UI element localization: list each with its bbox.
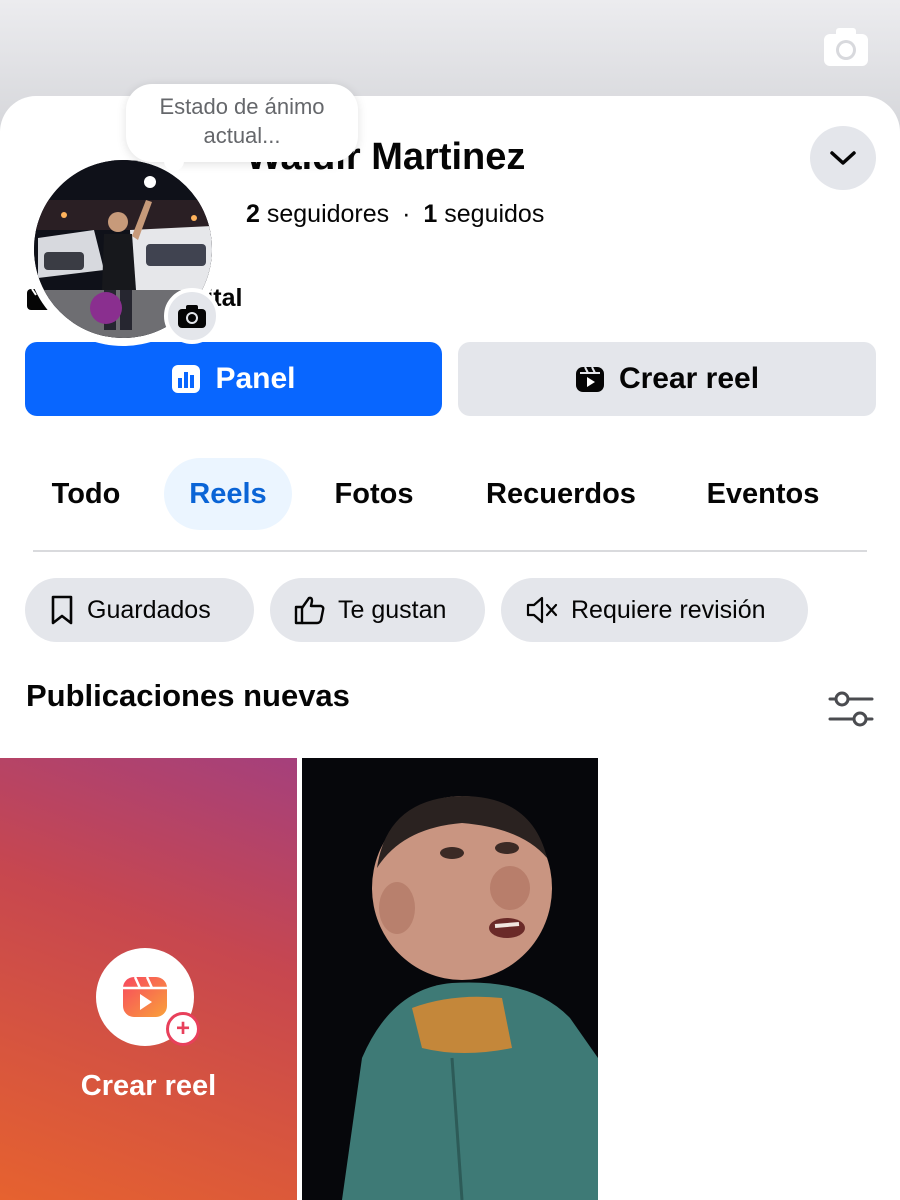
muted-speaker-icon bbox=[526, 596, 558, 624]
tab-eventos[interactable]: Eventos bbox=[688, 458, 838, 530]
filter-sliders-icon[interactable] bbox=[828, 690, 874, 728]
follow-stats[interactable]: 2 seguidores · 1 seguidos bbox=[246, 200, 544, 229]
tab-fotos[interactable]: Fotos bbox=[316, 458, 432, 530]
tabs-divider bbox=[33, 550, 867, 552]
chip-label: Requiere revisión bbox=[571, 595, 766, 624]
plus-icon: + bbox=[166, 1012, 200, 1046]
chip-label: Guardados bbox=[87, 595, 211, 624]
tab-todo[interactable]: Todo bbox=[26, 458, 146, 530]
tab-reels[interactable]: Reels bbox=[164, 458, 292, 530]
reel-thumbnail[interactable] bbox=[302, 758, 598, 1200]
cover-camera-icon[interactable] bbox=[822, 26, 870, 68]
create-reel-tile-label: Crear reel bbox=[80, 1070, 217, 1102]
camera-icon bbox=[178, 305, 206, 328]
reel-icon bbox=[575, 366, 604, 392]
create-reel-button-label: Crear reel bbox=[618, 362, 760, 395]
bookmark-icon bbox=[51, 595, 73, 625]
dashboard-icon bbox=[172, 365, 201, 393]
follow-separator: · bbox=[402, 200, 411, 228]
chip-label: Te gustan bbox=[338, 595, 447, 624]
create-reel-button[interactable]: Crear reel bbox=[458, 342, 876, 416]
profile-tabs: Todo Reels Fotos Recuerdos Eventos bbox=[26, 458, 876, 530]
tab-label: Eventos bbox=[706, 477, 820, 510]
tab-label: Reels bbox=[189, 477, 267, 510]
chevron-down-icon bbox=[830, 151, 856, 165]
profile-menu-button[interactable] bbox=[810, 126, 876, 190]
create-reel-tile[interactable]: + Crear reel bbox=[0, 758, 297, 1200]
chip-requiere-revision[interactable]: Requiere revisión bbox=[501, 578, 808, 642]
panel-button-label: Panel bbox=[215, 362, 296, 395]
panel-button[interactable]: Panel bbox=[25, 342, 442, 416]
chip-guardados[interactable]: Guardados bbox=[25, 578, 254, 642]
tab-label: Fotos bbox=[334, 477, 414, 510]
mood-placeholder: Estado de ánimo actual... bbox=[159, 94, 325, 148]
mood-bubble-dot bbox=[144, 176, 156, 188]
followers-count: 2 bbox=[246, 200, 260, 228]
reels-logo-icon bbox=[123, 976, 167, 1017]
chip-te-gustan[interactable]: Te gustan bbox=[270, 578, 485, 642]
section-title: Publicaciones nuevas bbox=[26, 678, 350, 713]
avatar-camera-button[interactable] bbox=[164, 288, 220, 344]
tab-recuerdos[interactable]: Recuerdos bbox=[462, 458, 660, 530]
following-count: 1 bbox=[423, 200, 438, 228]
mood-status-bubble[interactable]: Estado de ánimo actual... bbox=[126, 84, 358, 171]
tab-label: Todo bbox=[51, 477, 121, 510]
reel-thumbnail-image bbox=[302, 758, 598, 1200]
thumbs-up-icon bbox=[294, 596, 325, 625]
followers-label: seguidores bbox=[266, 200, 390, 228]
tab-label: Recuerdos bbox=[486, 477, 636, 510]
following-label: seguidos bbox=[444, 200, 545, 228]
